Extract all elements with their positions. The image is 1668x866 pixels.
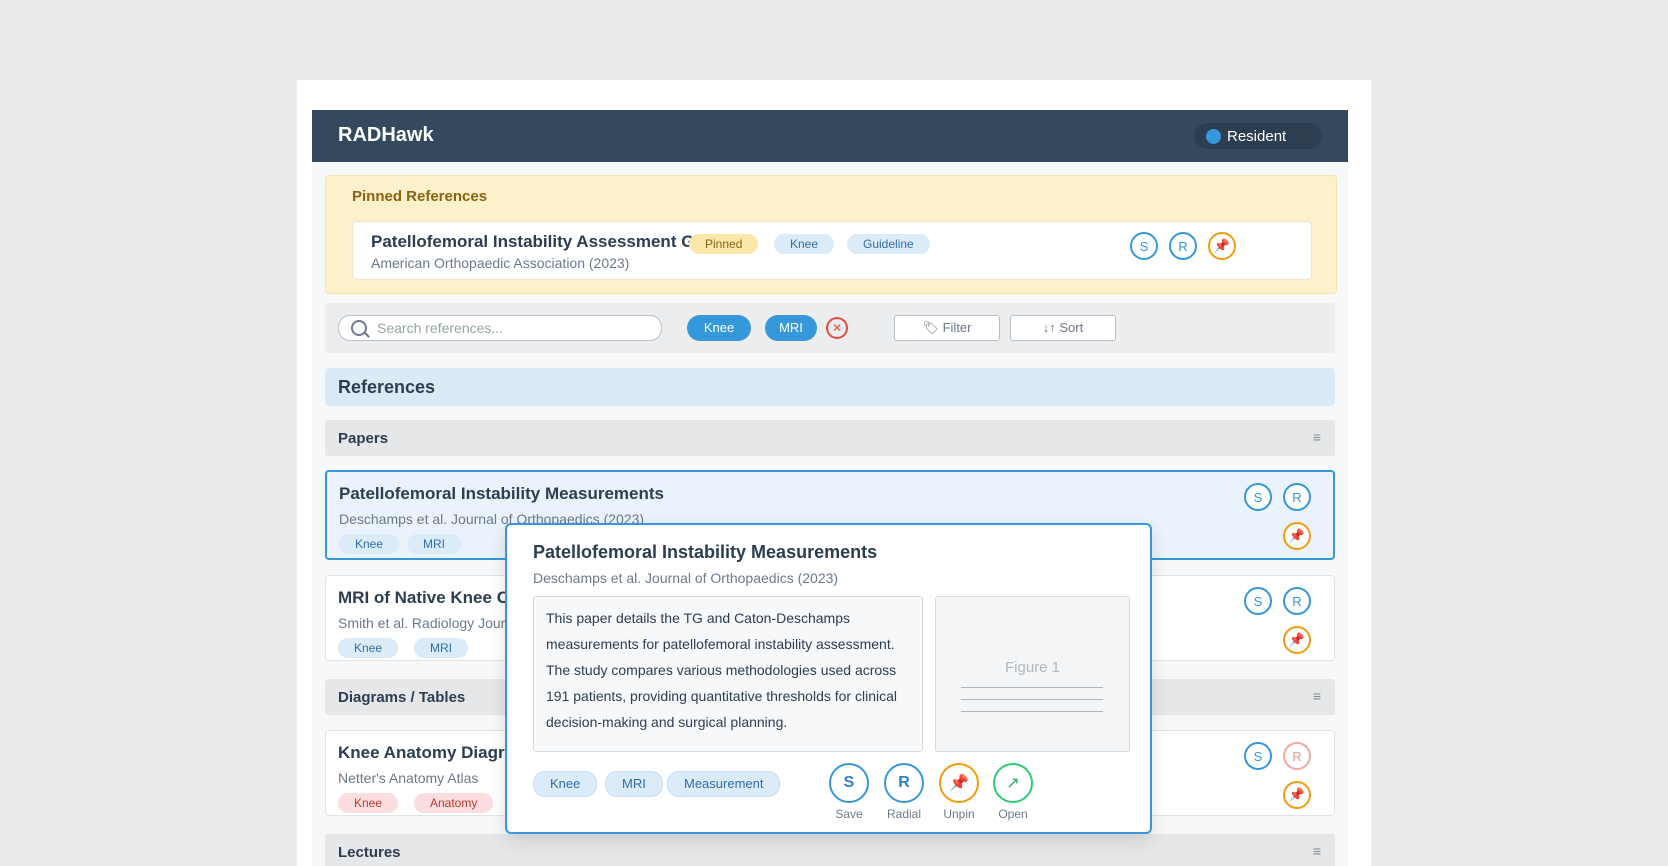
open-external-icon[interactable]: ↗	[993, 763, 1033, 803]
filter-chip-mri[interactable]: MRI	[765, 315, 817, 341]
tag-knee[interactable]: Knee	[533, 771, 598, 797]
role-label: Resident	[1227, 128, 1287, 145]
unpin-icon[interactable]: 📌	[939, 763, 979, 803]
menu-icon[interactable]: ≡	[1313, 688, 1321, 704]
section-label: Lectures	[338, 844, 401, 861]
menu-icon[interactable]: ≡	[1313, 843, 1321, 859]
role-switch[interactable]: Resident	[1194, 123, 1322, 149]
figure-thumbnail[interactable]: Figure 1	[935, 596, 1130, 752]
tag-knee[interactable]: Knee	[339, 534, 400, 554]
search-placeholder: Search references...	[377, 320, 504, 336]
tag-measurement[interactable]: Measurement	[667, 771, 781, 797]
action-label: Unpin	[943, 807, 975, 821]
unpin-icon[interactable]: 📌	[1208, 232, 1236, 260]
radial-button[interactable]: R	[1283, 483, 1311, 511]
tag-knee[interactable]: Knee	[774, 234, 835, 254]
section-papers[interactable]: Papers ≡	[325, 420, 1335, 456]
action-label: Radial	[886, 807, 922, 821]
pinned-heading: Pinned References	[352, 188, 488, 205]
reference-preview-popup: Patellofemoral Instability Measurements …	[505, 523, 1152, 834]
pin-icon[interactable]: 📌	[1283, 781, 1311, 809]
figure-line	[961, 699, 1103, 700]
search-icon	[351, 320, 367, 336]
tag-pinned: Pinned	[689, 234, 759, 254]
reference-title[interactable]: Knee Anatomy Diagra	[338, 743, 514, 763]
pin-icon[interactable]: 📌	[1283, 626, 1311, 654]
top-bar: RADHawk Resident	[312, 110, 1348, 162]
tag-anatomy[interactable]: Anatomy	[414, 793, 494, 813]
figure-line	[961, 687, 1103, 688]
open-action[interactable]: ↗ Open	[989, 763, 1037, 821]
references-heading: References	[338, 377, 436, 397]
pinned-item-title[interactable]: Patellofemoral Instability Assessment Gu…	[371, 232, 731, 252]
section-label: Papers	[338, 430, 389, 447]
save-button[interactable]: S	[1244, 742, 1272, 770]
pin-icon[interactable]: 📌	[1283, 522, 1311, 550]
radial-button[interactable]: R	[1283, 742, 1311, 770]
action-label: Save	[835, 807, 863, 821]
pinned-item[interactable]: Patellofemoral Instability Assessment Gu…	[352, 221, 1312, 280]
app-title: RADHawk	[338, 124, 434, 146]
action-label: Open	[998, 807, 1028, 821]
radial-button[interactable]: R	[1283, 587, 1311, 615]
reference-source: Netter's Anatomy Atlas	[338, 770, 479, 786]
save-button[interactable]: S	[1130, 232, 1158, 260]
popup-source: Deschamps et al. Journal of Orthopaedics…	[533, 570, 839, 586]
menu-icon[interactable]: ≡	[1313, 429, 1321, 445]
reference-title[interactable]: MRI of Native Knee C	[338, 588, 509, 608]
save-button[interactable]: S	[1244, 587, 1272, 615]
radial-action[interactable]: R Radial	[880, 763, 928, 821]
save-action[interactable]: S Save	[825, 763, 873, 821]
radial-icon[interactable]: R	[884, 763, 924, 803]
figure-line	[961, 711, 1103, 712]
tag-knee[interactable]: Knee	[338, 793, 399, 813]
tag-guideline[interactable]: Guideline	[847, 234, 930, 254]
section-label: Diagrams / Tables	[338, 689, 466, 706]
tag-mri[interactable]: MRI	[414, 638, 468, 658]
pinned-references-panel: Pinned References Patellofemoral Instabi…	[325, 175, 1337, 294]
screen-frame: RADHawk Resident Pinned References Patel…	[0, 0, 1668, 866]
save-icon[interactable]: S	[829, 763, 869, 803]
figure-label: Figure 1	[1004, 659, 1061, 676]
pinned-item-source: American Orthopaedic Association (2023)	[371, 255, 630, 271]
popup-title: Patellofemoral Instability Measurements	[533, 542, 878, 562]
unpin-action[interactable]: 📌 Unpin	[935, 763, 983, 821]
clear-filters-icon[interactable]: ✕	[826, 317, 848, 339]
filter-button[interactable]: 🏷 Filter	[894, 315, 1000, 341]
tag-mri[interactable]: MRI	[605, 771, 663, 797]
sort-button[interactable]: ↓↑ Sort	[1010, 315, 1116, 341]
popup-abstract: This paper details the TG and Caton-Desc…	[533, 596, 923, 752]
save-button[interactable]: S	[1244, 483, 1272, 511]
references-header: References	[325, 368, 1335, 406]
search-toolbar: Search references... Knee MRI ✕ 🏷 Filter…	[325, 303, 1335, 353]
tag-knee[interactable]: Knee	[338, 638, 399, 658]
radial-button[interactable]: R	[1169, 232, 1197, 260]
search-input[interactable]: Search references...	[338, 315, 662, 341]
filter-chip-knee[interactable]: Knee	[687, 315, 751, 341]
section-lectures[interactable]: Lectures ≡	[325, 834, 1335, 866]
reference-source: Smith et al. Radiology Jour	[338, 615, 506, 631]
role-indicator-icon	[1206, 129, 1221, 144]
reference-title[interactable]: Patellofemoral Instability Measurements	[339, 484, 664, 504]
tag-mri[interactable]: MRI	[407, 534, 461, 554]
